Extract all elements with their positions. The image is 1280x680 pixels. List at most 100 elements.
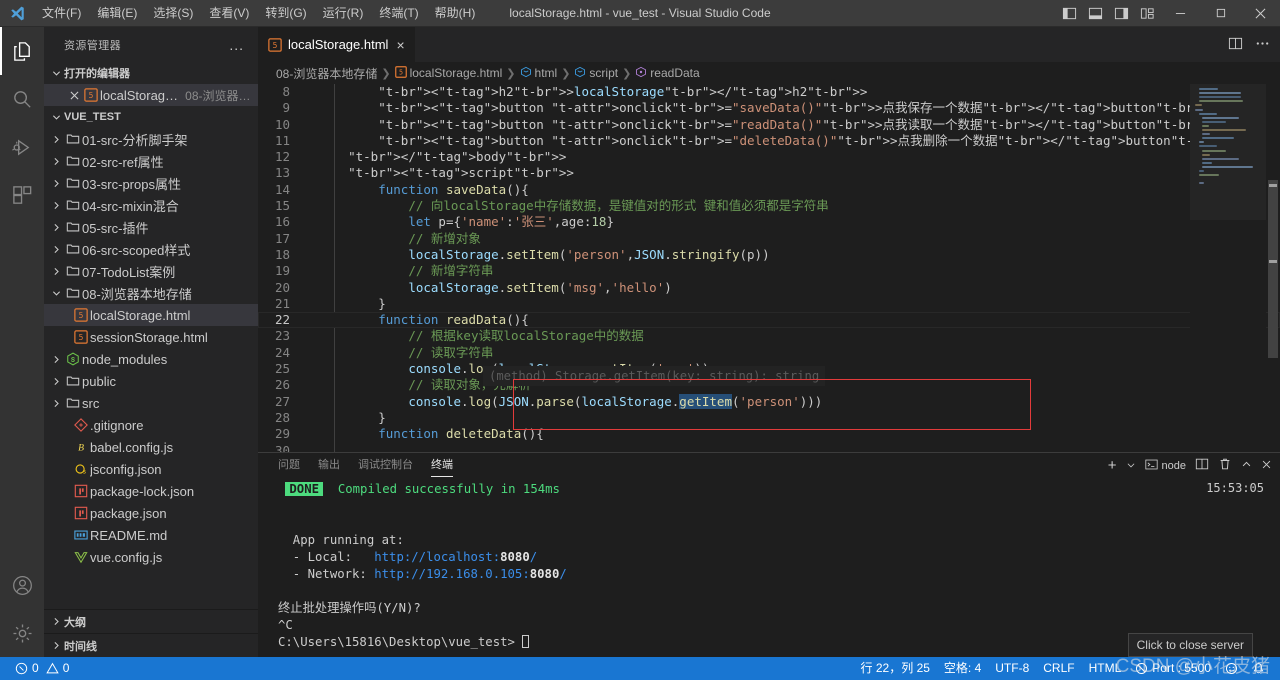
tree-item[interactable]: .gitignore <box>44 414 258 436</box>
code-line[interactable]: localStorage.setItem('msg','hello') <box>318 280 1280 296</box>
tab-close-icon[interactable]: × <box>394 38 404 52</box>
tree-item[interactable]: 5 sessionStorage.html <box>44 326 258 348</box>
panel-tab-debug-console[interactable]: 调试控制台 <box>358 453 413 478</box>
section-open-editors[interactable]: 打开的编辑器 <box>44 62 258 84</box>
breadcrumb-symbol-script[interactable]: script <box>574 66 618 81</box>
breadcrumb-symbol-html[interactable]: html <box>520 66 557 81</box>
section-project-root[interactable]: VUE_TEST <box>44 106 258 128</box>
code-line[interactable]: // 根据key读取localStorage中的数据 <box>318 328 1280 344</box>
panel-tab-problems[interactable]: 问题 <box>278 453 300 478</box>
tree-item[interactable]: src <box>44 392 258 414</box>
code-line[interactable]: // 新增对象 <box>318 231 1280 247</box>
status-indentation[interactable]: 空格: 4 <box>937 657 988 680</box>
sidebar-more-actions-icon[interactable]: ... <box>229 37 250 53</box>
tree-item[interactable]: 07-TodoList案例 <box>44 260 258 282</box>
code-line[interactable]: "t-br"><"t-tag">h2"t-br">>localStorage"t… <box>318 84 1280 100</box>
status-live-server-port[interactable]: Port : 5500 <box>1128 657 1218 680</box>
terminal-shell-selector[interactable]: node <box>1144 458 1186 474</box>
terminal-output[interactable]: DONE Compiled successfully in 154ms App … <box>278 481 1264 657</box>
code-line[interactable] <box>318 443 1280 452</box>
status-feedback[interactable] <box>1218 657 1245 680</box>
tree-item[interactable]: package.json <box>44 502 258 524</box>
tree-item[interactable]: 03-src-props属性 <box>44 172 258 194</box>
window-minimize-button[interactable] <box>1160 0 1200 27</box>
tree-item[interactable]: 01-src-分析脚手架 <box>44 128 258 150</box>
code-line[interactable]: console.log(JSON.parse(localStorage.getI… <box>318 393 1280 410</box>
activitybar-explorer[interactable] <box>0 27 44 75</box>
tab-localstorage-html[interactable]: 5 localStorage.html × <box>258 27 416 62</box>
code-line[interactable]: "t-br"><"t-tag">button "t-attr">onclick"… <box>318 117 1280 133</box>
code-line[interactable]: localStorage.setItem('person',JSON.strin… <box>318 247 1280 263</box>
code-line[interactable]: function saveData(){ <box>318 182 1280 198</box>
tree-item[interactable]: s jsconfig.json <box>44 458 258 480</box>
tree-item[interactable]: public <box>44 370 258 392</box>
more-actions-icon[interactable] <box>1255 36 1270 54</box>
activitybar-settings[interactable] <box>0 609 44 657</box>
breadcrumb-symbol-readdata[interactable]: readData <box>635 66 700 81</box>
menu-go[interactable]: 转到(G) <box>257 0 314 27</box>
code-line[interactable]: function deleteData(){ <box>318 426 1280 442</box>
status-problems[interactable]: 0 0 <box>8 657 76 680</box>
window-close-button[interactable] <box>1240 0 1280 27</box>
toggle-secondary-sidebar-icon[interactable] <box>1108 0 1134 27</box>
code-editor[interactable]: 8 9 10 11 12 13 14 15 16 17 18 19 20 21 22 23 24 25 26 27 28… <box>258 84 1280 452</box>
section-timeline[interactable]: 时间线 <box>44 633 258 657</box>
panel-tab-output[interactable]: 输出 <box>318 453 340 478</box>
tree-item[interactable]: 04-src-mixin混合 <box>44 194 258 216</box>
toggle-primary-sidebar-icon[interactable] <box>1056 0 1082 27</box>
code-line[interactable]: "t-br"><"t-tag">button "t-attr">onclick"… <box>318 100 1280 116</box>
menu-selection[interactable]: 选择(S) <box>145 0 201 27</box>
code-line[interactable]: "t-br"></"t-tag">body"t-br">> <box>318 149 1280 165</box>
customize-layout-icon[interactable] <box>1134 0 1160 27</box>
panel-tab-terminal[interactable]: 终端 <box>431 453 453 478</box>
close-icon[interactable] <box>66 91 82 100</box>
code-line[interactable]: "t-br"><"t-tag">button "t-attr">onclick"… <box>318 133 1280 149</box>
menu-help[interactable]: 帮助(H) <box>427 0 484 27</box>
code-line[interactable]: let p={'name':'张三',age:18} <box>318 214 1280 230</box>
menu-run[interactable]: 运行(R) <box>315 0 372 27</box>
breadcrumb-folder[interactable]: 08-浏览器本地存储 <box>276 65 377 82</box>
tree-item[interactable]: 08-浏览器本地存储 <box>44 282 258 304</box>
code-line[interactable]: "t-br"><"t-tag">script"t-br">> <box>318 165 1280 181</box>
code-content[interactable]: "t-br"><"t-tag">h2"t-br">>localStorage"t… <box>318 84 1280 452</box>
fold-column[interactable] <box>304 84 318 452</box>
open-editor-item[interactable]: 5 localStorage.html 08-浏览器本地... <box>44 84 258 106</box>
code-line[interactable]: } <box>318 410 1280 426</box>
split-terminal-icon[interactable] <box>1195 457 1209 474</box>
tree-item[interactable]: 5 localStorage.html <box>44 304 258 326</box>
section-outline[interactable]: 大纲 <box>44 609 258 633</box>
minimap[interactable] <box>1190 84 1266 452</box>
tree-item[interactable]: 06-src-scoped样式 <box>44 238 258 260</box>
code-line[interactable]: } <box>318 296 1280 312</box>
code-line[interactable]: // 读取字符串 <box>318 345 1280 361</box>
activitybar-accounts[interactable] <box>0 561 44 609</box>
close-icon[interactable] <box>1261 459 1272 473</box>
tree-item[interactable]: vue.config.js <box>44 546 258 568</box>
chevron-down-icon[interactable] <box>1126 459 1136 473</box>
status-notifications[interactable] <box>1245 657 1272 680</box>
trash-icon[interactable] <box>1218 457 1232 474</box>
status-encoding[interactable]: UTF-8 <box>988 657 1036 680</box>
menu-file[interactable]: 文件(F) <box>34 0 89 27</box>
code-line[interactable]: // 向localStorage中存储数据，是键值对的形式 键和值必须都是字符串 <box>318 198 1280 214</box>
window-maximize-button[interactable] <box>1200 0 1240 27</box>
new-terminal-button[interactable]: + <box>1108 458 1117 473</box>
tree-item[interactable]: package-lock.json <box>44 480 258 502</box>
tree-item[interactable]: README.md <box>44 524 258 546</box>
minimap-slider[interactable] <box>1190 84 1266 220</box>
split-editor-icon[interactable] <box>1228 36 1243 54</box>
menu-edit[interactable]: 编辑(E) <box>89 0 145 27</box>
activitybar-run-debug[interactable] <box>0 123 44 171</box>
menu-terminal[interactable]: 终端(T) <box>371 0 426 27</box>
tree-item[interactable]: Bbabel.config.js <box>44 436 258 458</box>
menu-view[interactable]: 查看(V) <box>201 0 257 27</box>
toggle-panel-icon[interactable] <box>1082 0 1108 27</box>
breadcrumb-file[interactable]: 5 localStorage.html <box>394 65 502 81</box>
terminal-url[interactable]: http://localhost:8080/ <box>374 550 537 564</box>
activitybar-search[interactable] <box>0 75 44 123</box>
tree-item[interactable]: node_modules <box>44 348 258 370</box>
status-language-mode[interactable]: HTML <box>1082 657 1129 680</box>
tree-item[interactable]: 02-src-ref属性 <box>44 150 258 172</box>
activitybar-extensions[interactable] <box>0 171 44 219</box>
chevron-up-icon[interactable] <box>1241 459 1252 473</box>
